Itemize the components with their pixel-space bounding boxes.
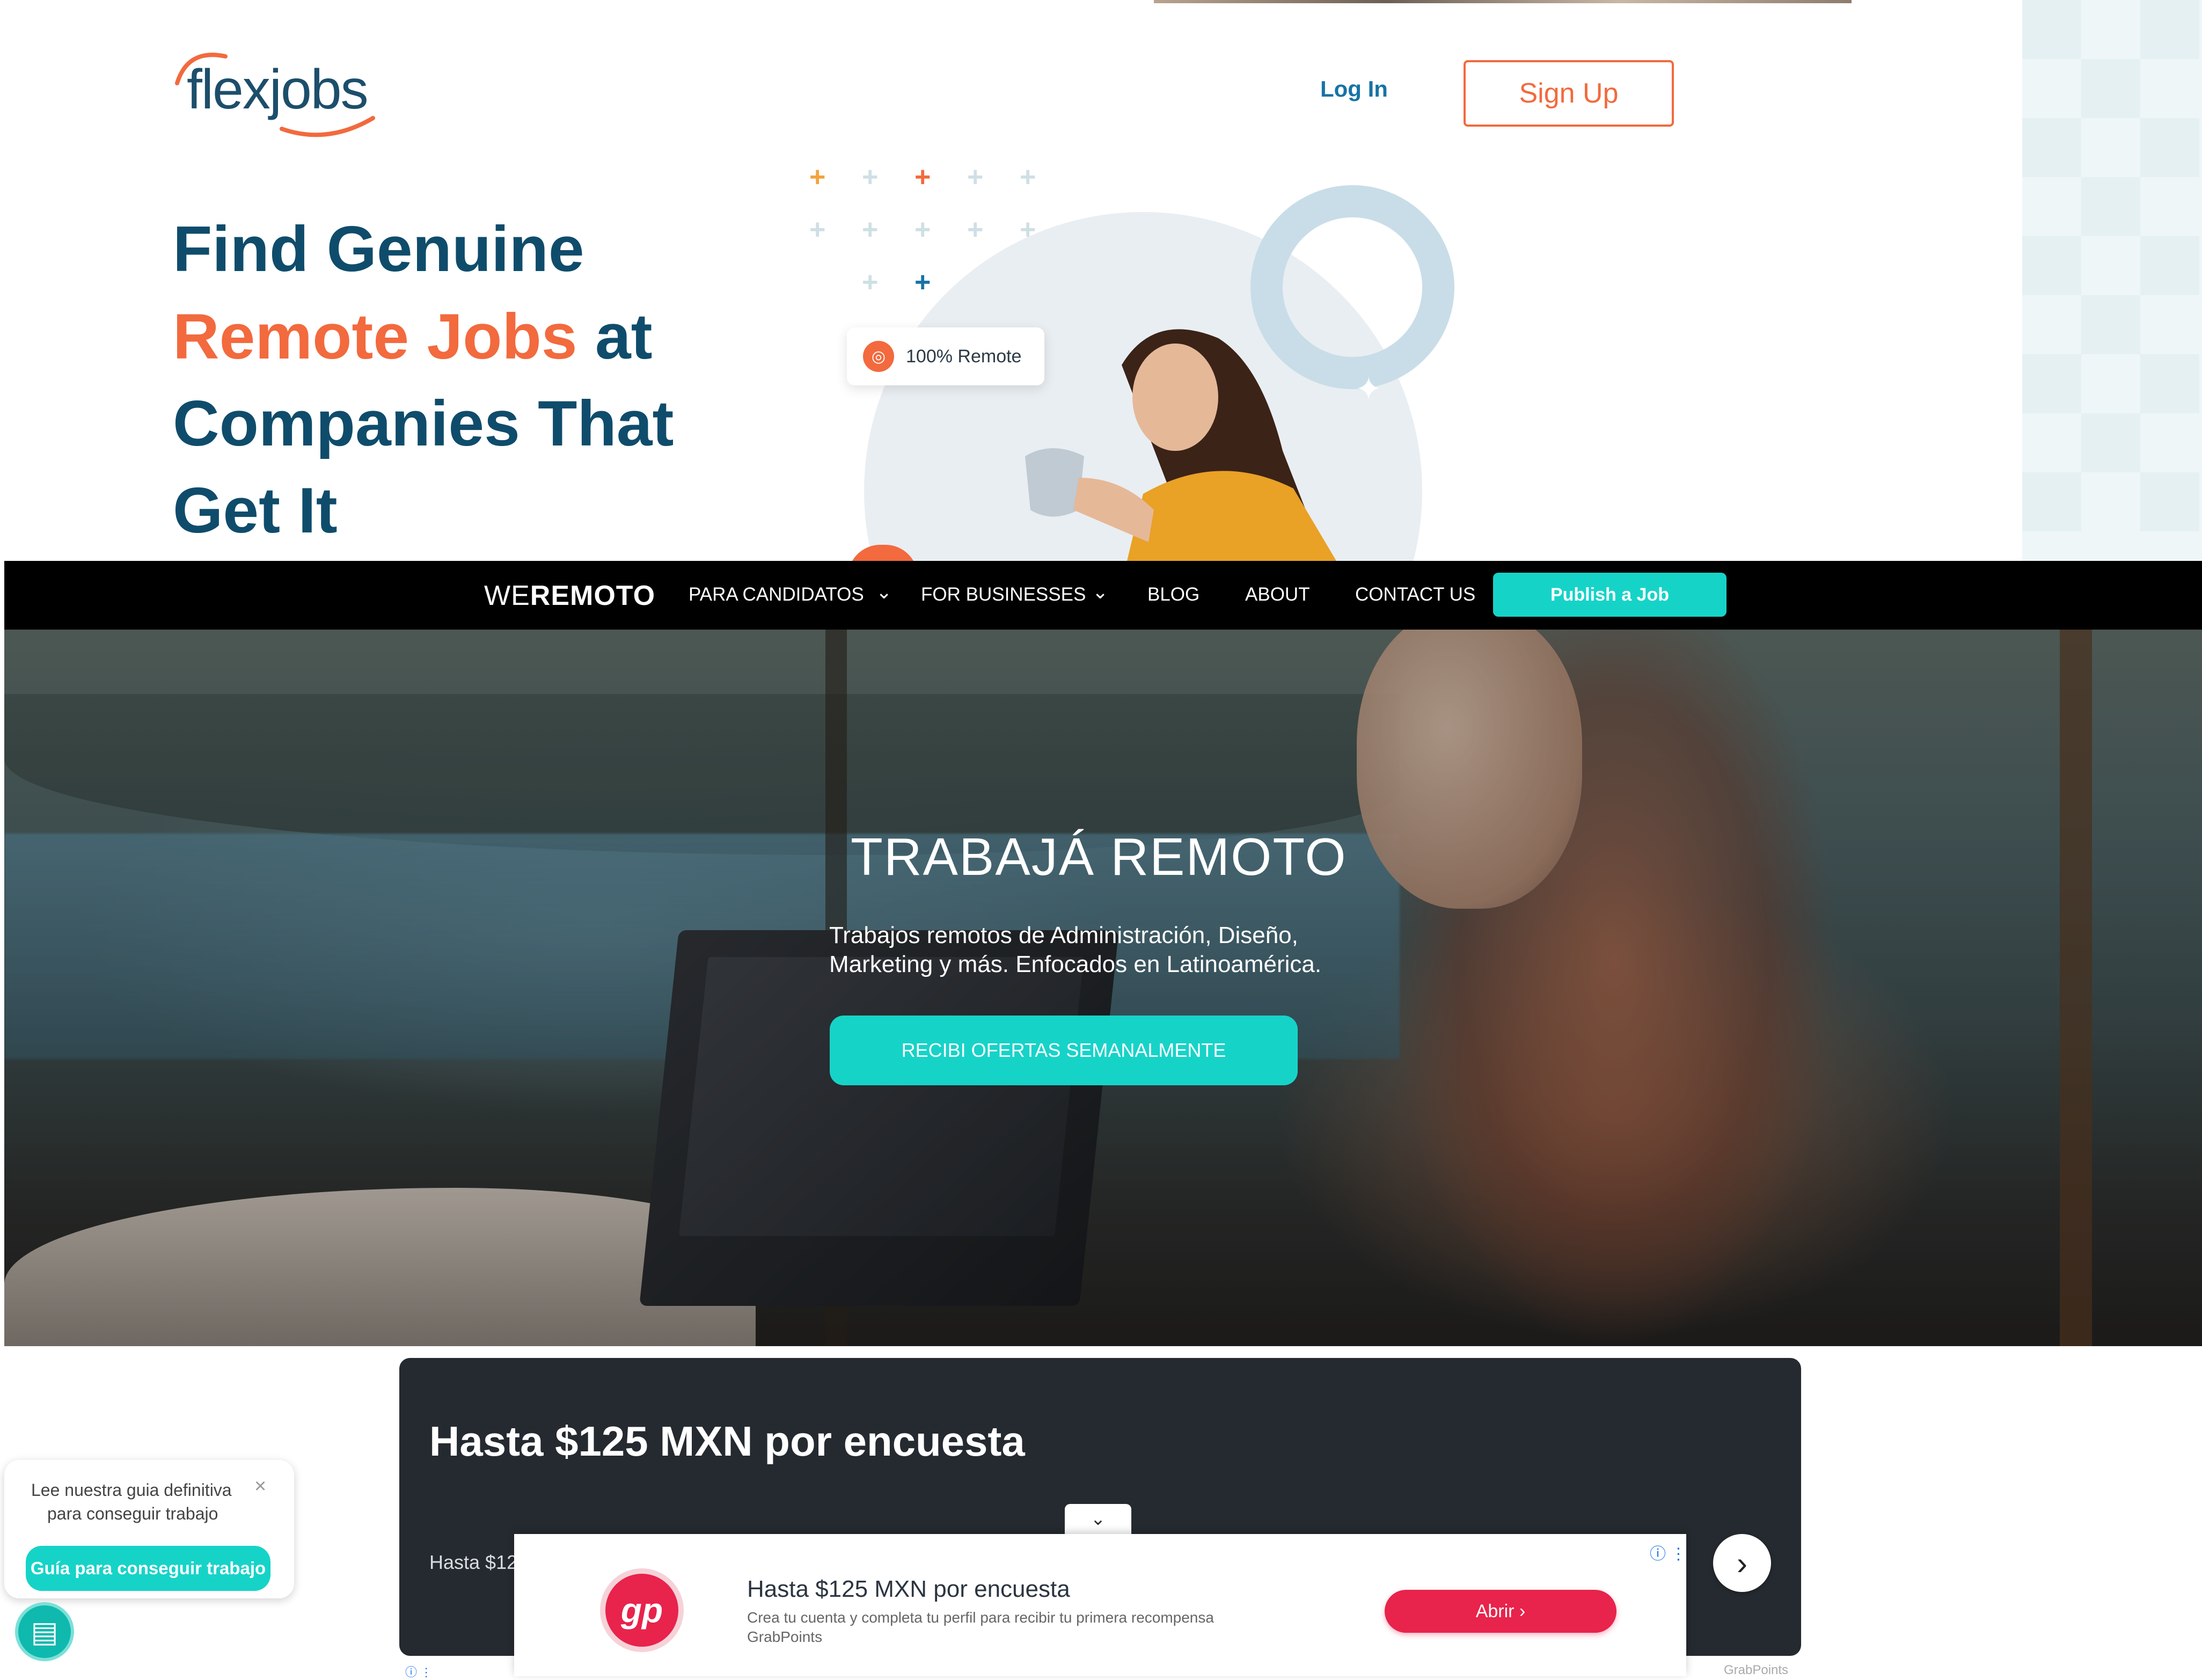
chevron-right-icon[interactable]: ›	[1713, 1534, 1771, 1592]
hero-subtitle-line-1: Trabajos remotos de Administración, Dise…	[829, 922, 1298, 948]
nav-blog[interactable]: BLOG	[1147, 584, 1199, 605]
nav-for-businesses[interactable]: FOR BUSINESSES	[921, 584, 1086, 605]
headline-line-2: Remote Jobs at	[173, 300, 653, 374]
signup-button[interactable]: Sign Up	[1464, 60, 1674, 127]
ad-banner-title[interactable]: Hasta $125 MXN por encuesta	[747, 1576, 1070, 1603]
weremoto-logo[interactable]: WEREMOTO	[484, 580, 655, 612]
hero-title: TRABAJÁ REMOTO	[851, 827, 1347, 886]
flexjobs-section: flexjobs Log In Sign Up Find Genuine Rem…	[0, 0, 2202, 561]
publish-job-button[interactable]: Publish a Job	[1493, 573, 1727, 617]
globe-icon: ◎	[863, 341, 894, 372]
ad-banner-description: Crea tu cuenta y completa tu perfil para…	[747, 1609, 1214, 1626]
right-pattern-panel	[2022, 0, 2202, 561]
weremoto-hero-image	[4, 630, 2202, 1346]
ad-banner-brand: GrabPoints	[747, 1628, 823, 1645]
chevron-down-icon[interactable]: ⌄	[1065, 1504, 1131, 1534]
plus-icon: +	[915, 267, 931, 298]
guide-button[interactable]: Guía para conseguir trabajo	[26, 1546, 270, 1591]
document-info-icon[interactable]: ▤	[15, 1602, 74, 1661]
plus-icon: +	[915, 214, 931, 245]
ad-choices-icon[interactable]: ⓘ ⋮	[405, 1663, 432, 1680]
plus-icon: +	[967, 162, 984, 193]
plus-icon: +	[967, 214, 984, 245]
nav-about[interactable]: ABOUT	[1245, 584, 1310, 605]
grabpoints-logo[interactable]: gp	[600, 1568, 684, 1652]
logo-bold: REMOTO	[530, 580, 656, 611]
ad-card-subtext: Hasta $12	[429, 1551, 518, 1573]
flexjobs-logo[interactable]: flexjobs	[187, 58, 369, 122]
headline-line-1: Find Genuine	[173, 213, 584, 285]
chevron-down-icon[interactable]: ⌄	[876, 581, 892, 603]
plus-icon: +	[862, 267, 879, 298]
ad-info-icon[interactable]: ⓘ ⋮	[1650, 1540, 1686, 1564]
logo-light: WE	[484, 580, 530, 611]
headline-line-4: Get It	[173, 474, 338, 546]
chevron-down-icon[interactable]: ⌄	[1092, 581, 1108, 603]
plus-icon: +	[1020, 214, 1036, 245]
hero-subtitle-line-2: Marketing y más. Enfocados en Latinoamér…	[829, 951, 1322, 977]
close-icon[interactable]: ×	[254, 1475, 266, 1498]
plus-icon: +	[809, 162, 826, 193]
weekly-offers-button[interactable]: RECIBI OFERTAS SEMANALMENTE	[830, 1016, 1298, 1085]
headline-line-2-rest: at	[577, 301, 653, 372]
plus-icon: +	[862, 214, 879, 245]
woman-with-mug-illustration	[1025, 329, 1336, 561]
abrir-button[interactable]: Abrir ›	[1385, 1590, 1616, 1633]
ad-footer-brand: GrabPoints	[1724, 1663, 1789, 1677]
headline-accent: Remote Jobs	[173, 301, 577, 372]
login-link[interactable]: Log In	[1320, 76, 1388, 102]
guide-text-line-2: para conseguir trabajo	[47, 1504, 218, 1523]
top-image-strip	[1154, 0, 1852, 3]
plus-icon: +	[809, 214, 826, 245]
plus-icon: +	[1020, 162, 1036, 193]
plus-icon: +	[915, 162, 931, 193]
nav-para-candidatos[interactable]: PARA CANDIDATOS	[689, 584, 864, 605]
guide-text-line-1: Lee nuestra guia definitiva	[31, 1480, 232, 1500]
headline-line-3: Companies That	[173, 388, 674, 459]
ad-card-title: Hasta $125 MXN por encuesta	[429, 1418, 1025, 1465]
nav-contact-us[interactable]: CONTACT US	[1355, 584, 1475, 605]
plus-icon: +	[862, 162, 879, 193]
